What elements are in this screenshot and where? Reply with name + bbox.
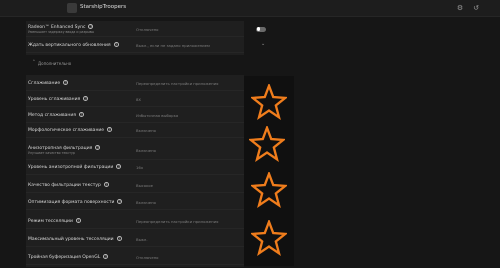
star-icon xyxy=(251,220,287,256)
chevron-down-icon[interactable]: ⌄ xyxy=(261,41,265,47)
help-icon[interactable]: ? xyxy=(116,236,122,241)
row-label: Ждать вертикального обновления xyxy=(28,43,111,48)
row-value: Переопределить настройки приложения xyxy=(136,218,219,224)
star-icon xyxy=(251,84,287,120)
enhanced-sync-toggle[interactable] xyxy=(256,26,266,32)
row-label: Качество фильтрации текстур xyxy=(28,183,101,188)
help-icon[interactable]: ? xyxy=(103,182,109,187)
chevron-up-icon[interactable]: ⌃ xyxy=(32,60,36,65)
section-title: Дополнительно xyxy=(38,61,72,66)
help-icon[interactable]: ? xyxy=(103,254,109,259)
advanced-section-header[interactable]: ⌃ Дополнительно xyxy=(26,58,244,69)
row-tessellation-mode[interactable]: Режим тесселяции? Переопределить настрой… xyxy=(26,214,265,229)
row-aa-level[interactable]: Уровень сглаживания? 8X ⌄ xyxy=(26,92,265,107)
help-icon[interactable]: ? xyxy=(116,164,122,169)
row-texture-quality[interactable]: Качество фильтрации текстур? Высокое ⌄ xyxy=(26,178,265,193)
game-thumbnail-icon xyxy=(67,3,77,13)
row-label: Сглаживание xyxy=(28,81,61,86)
row-value: 16x xyxy=(136,164,144,170)
row-label: Режим тесселяции xyxy=(28,219,73,224)
row-enhanced-sync[interactable]: Radeon™ Enhanced Sync? Уменьшает задержк… xyxy=(26,22,266,37)
undo-icon[interactable]: ↺ xyxy=(471,3,481,13)
row-vsync[interactable]: Ждать вертикального обновления? Выкл., е… xyxy=(26,38,265,53)
row-label: Уровень сглаживания xyxy=(28,97,81,102)
row-anisotropic[interactable]: Анизотропная фильтрация? Улучшает качест… xyxy=(26,143,266,160)
row-value: Включено xyxy=(136,199,156,205)
help-icon[interactable]: ? xyxy=(107,127,113,132)
title-bar: StarshipTroopers ⚙ ↺ xyxy=(0,0,500,17)
row-value: Выкл. xyxy=(136,236,148,242)
row-morphological-aa[interactable]: Морфологическое сглаживание? Включено xyxy=(26,123,266,138)
help-icon[interactable]: ? xyxy=(79,112,85,117)
star-icon xyxy=(251,172,287,208)
row-value: 8X xyxy=(136,96,142,102)
row-description: Уменьшает задержку ввода и разрывы xyxy=(28,30,95,34)
row-label: Морфологическое сглаживание xyxy=(28,128,105,133)
row-label: Уровень анизотропной фильтрации xyxy=(28,165,114,170)
help-icon[interactable]: ? xyxy=(83,96,89,101)
help-icon[interactable]: ? xyxy=(75,218,81,223)
row-value: Включено xyxy=(136,147,156,153)
row-value: Избыточная выборка xyxy=(136,112,179,118)
row-value: Включено xyxy=(136,127,156,133)
help-icon[interactable]: ? xyxy=(117,199,123,204)
row-label: Метод сглаживания xyxy=(28,113,77,118)
row-value: Выкл., если не задано приложением xyxy=(136,42,210,48)
row-value: Отключено xyxy=(136,26,159,32)
help-icon[interactable]: ? xyxy=(88,24,94,29)
help-icon[interactable]: ? xyxy=(113,42,119,47)
row-value: Высокое xyxy=(136,182,153,188)
row-label: Оптимизация формата поверхности xyxy=(28,200,115,205)
row-label: Тройная буферизация OpenGL xyxy=(28,255,101,260)
help-icon[interactable]: ? xyxy=(63,80,69,85)
game-title: StarshipTroopers xyxy=(80,4,127,10)
row-value: Переопределить настройки приложения xyxy=(136,80,219,86)
row-max-tessellation[interactable]: Максимальный уровень тесселяции? Выкл. ⌄ xyxy=(26,232,265,247)
star-icon xyxy=(249,126,285,162)
row-value: Отключено xyxy=(136,254,159,260)
row-surface-format[interactable]: Оптимизация формата поверхности? Включен… xyxy=(26,195,266,210)
help-icon[interactable]: ? xyxy=(95,145,101,150)
row-triple-buffering[interactable]: Тройная буферизация OpenGL? Отключено xyxy=(26,250,266,265)
row-aa-method[interactable]: Метод сглаживания? Избыточная выборка ⌄ xyxy=(26,108,265,123)
toggle-knob xyxy=(257,27,261,31)
gear-icon[interactable]: ⚙ xyxy=(455,3,465,13)
row-label: Максимальный уровень тесселяции xyxy=(28,237,114,242)
row-antialiasing[interactable]: Сглаживание? Переопределить настройки пр… xyxy=(26,76,265,91)
row-anisotropic-level[interactable]: Уровень анизотропной фильтрации? 16x ⌄ xyxy=(26,160,265,175)
row-description: Улучшает качество текстур xyxy=(28,151,75,155)
